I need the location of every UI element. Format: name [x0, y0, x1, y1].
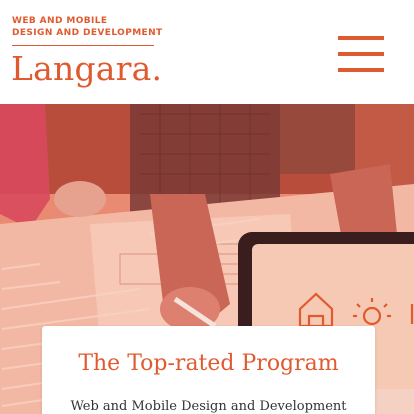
site-header: WEB AND MOBILE DESIGN AND DEVELOPMENT La…: [0, 0, 414, 104]
hamburger-menu-icon[interactable]: [338, 36, 384, 76]
brand-kicker-line-2: DESIGN AND DEVELOPMENT: [12, 28, 163, 38]
menu-bar-top: [338, 36, 384, 40]
brand-divider: [12, 45, 154, 46]
hero-title: The Top-rated Program: [78, 351, 339, 376]
menu-bar-middle: [338, 52, 384, 56]
hero-subtitle: Web and Mobile Design and Development: [70, 399, 347, 414]
brand-kicker: WEB AND MOBILE DESIGN AND DEVELOPMENT: [12, 15, 172, 39]
brand-kicker-line-1: WEB AND MOBILE: [12, 16, 108, 26]
brand-logo[interactable]: Langara.: [11, 49, 162, 89]
menu-bar-bottom: [338, 68, 384, 72]
hero-banner: The Top-rated Program Web and Mobile Des…: [0, 104, 414, 414]
hero-card[interactable]: The Top-rated Program Web and Mobile Des…: [42, 326, 375, 414]
